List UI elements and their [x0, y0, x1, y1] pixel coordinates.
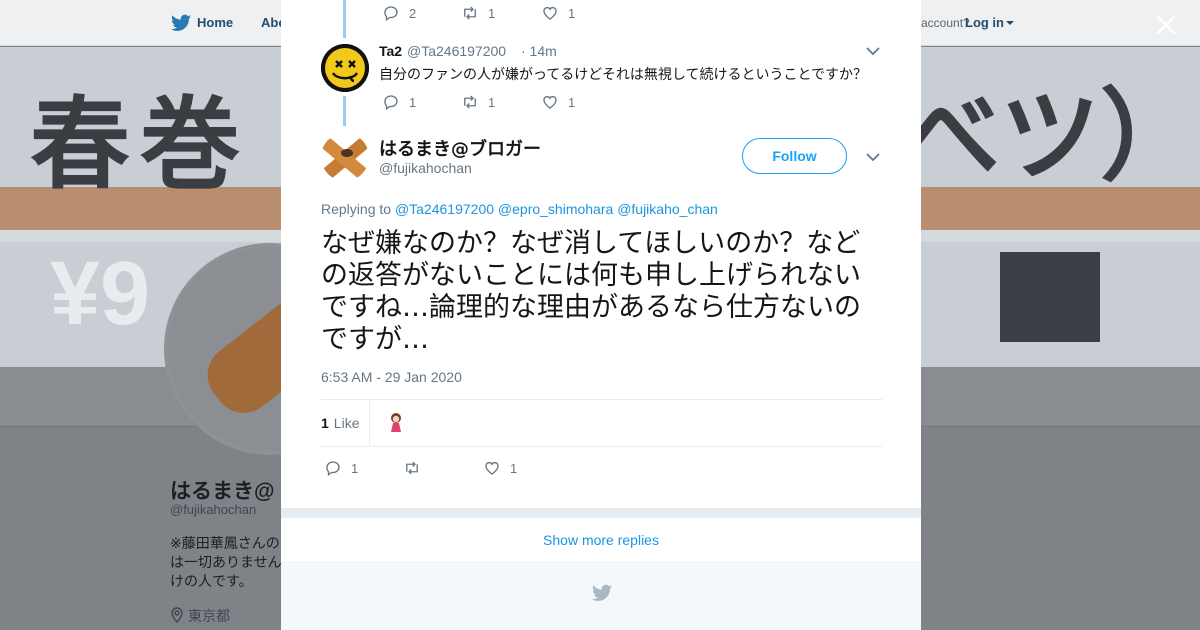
spring-roll-avatar — [321, 133, 369, 181]
twitter-bird-icon[interactable] — [171, 14, 191, 32]
caret-down-icon — [1006, 21, 1014, 25]
retweet-action[interactable]: 1 — [461, 4, 495, 22]
likes-stat[interactable]: 1 Like — [321, 415, 359, 431]
reply-author-handle[interactable]: @Ta246197200 — [407, 43, 506, 59]
replying-to-label: Replying to — [321, 201, 392, 217]
banner-text-right: べツ） — [900, 78, 1200, 195]
retweet-count: 1 — [488, 94, 496, 110]
reply-icon — [326, 461, 340, 477]
like-count: 1 — [568, 5, 576, 21]
like-action[interactable]: 1 — [483, 459, 517, 477]
reply-action[interactable]: 1 — [382, 93, 416, 111]
retweet-action[interactable]: 1 — [461, 93, 495, 111]
reply-action[interactable]: 1 — [324, 459, 358, 477]
reply-time[interactable]: · 14m — [521, 43, 557, 59]
reply-icon — [384, 95, 398, 111]
heart-icon — [543, 96, 557, 109]
mention-link[interactable]: @epro_shimohara — [498, 201, 613, 217]
reply-icon — [384, 6, 398, 22]
retweet-action[interactable] — [403, 459, 430, 477]
like-action[interactable]: 1 — [541, 93, 575, 111]
show-more-replies-button[interactable]: Show more replies — [281, 518, 921, 563]
chevron-down-icon[interactable] — [866, 46, 880, 56]
heart-icon — [485, 462, 499, 475]
twitter-bird-icon — [592, 584, 612, 601]
smiley-face-avatar — [321, 44, 369, 92]
nav-home-link[interactable]: Home — [197, 15, 233, 30]
reply-author-avatar[interactable] — [321, 44, 369, 92]
have-account-text: account? — [921, 16, 970, 30]
main-tweet-text: なぜ嫌なのか？なぜ消してほしいのか？などの返答がないことには何も申し上げられない… — [321, 228, 861, 355]
close-icon[interactable] — [1155, 14, 1177, 36]
banner-text-left: 春巻 — [30, 86, 250, 203]
retweet-count: 1 — [488, 5, 496, 21]
section-separator — [281, 508, 921, 518]
retweet-icon — [406, 461, 418, 475]
profile-bio: ※藤田華鳳さんの は一切ありません けの人です。 — [170, 534, 282, 591]
login-label: Log in — [965, 15, 1004, 30]
like-count: 1 — [510, 460, 518, 476]
reply-count: 2 — [409, 5, 417, 21]
reply-count: 1 — [409, 94, 417, 110]
reply-count: 1 — [351, 460, 359, 476]
bio-line: は一切ありません — [170, 554, 282, 570]
likes-stat-count: 1 — [321, 415, 329, 431]
follow-button[interactable]: Follow — [742, 138, 847, 174]
retweet-icon — [464, 6, 476, 20]
tweet-timestamp[interactable]: 6:53 AM - 29 Jan 2020 — [321, 369, 462, 385]
chevron-down-icon[interactable] — [866, 152, 880, 162]
reply-text: 自分のファンの人が嫌がってるけどそれは無視して続けるということですか？ — [379, 67, 868, 83]
mention-link[interactable]: @Ta246197200 — [395, 201, 494, 217]
tweet-modal: 2 1 1 Ta2 @Ta246197200 · 14m 自分のファンの人が嫌が… — [281, 0, 921, 630]
replying-to: Replying to @Ta246197200 @epro_shimohara… — [321, 201, 718, 217]
like-count: 1 — [568, 94, 576, 110]
reply-action[interactable]: 2 — [382, 4, 416, 22]
profile-location: 東京都 — [170, 606, 230, 626]
bio-line: ※藤田華鳳さんの — [170, 535, 280, 551]
modal-footer — [281, 564, 921, 630]
main-author-avatar[interactable] — [321, 133, 369, 181]
likes-stat-label: Like — [333, 415, 360, 431]
banner-price: ¥9 — [50, 244, 151, 344]
heart-icon — [543, 7, 557, 20]
liker-avatar[interactable] — [384, 410, 408, 434]
profile-handle: @fujikahochan — [170, 502, 257, 517]
thread-connector — [343, 96, 346, 126]
thread-connector — [343, 0, 346, 38]
location-label: 東京都 — [188, 608, 230, 624]
reply-author-name[interactable]: Ta2 — [379, 43, 402, 59]
login-menu[interactable]: Log in — [965, 15, 1014, 30]
seven-eleven-logo — [1000, 252, 1100, 342]
main-author-handle[interactable]: @fujikahochan — [379, 160, 472, 176]
tweet-stats: 1 Like — [321, 399, 882, 447]
retweet-icon — [464, 95, 476, 109]
anime-girl-avatar — [384, 410, 408, 434]
mention-link[interactable]: @fujikaho_chan — [617, 201, 718, 217]
main-author-name[interactable]: はるまき@ブロガー — [379, 135, 541, 161]
like-action[interactable]: 1 — [541, 4, 575, 22]
bio-line: けの人です。 — [170, 573, 253, 589]
location-pin-icon — [171, 607, 183, 624]
profile-name: はるまき@ — [170, 480, 275, 503]
stats-divider — [369, 400, 370, 446]
